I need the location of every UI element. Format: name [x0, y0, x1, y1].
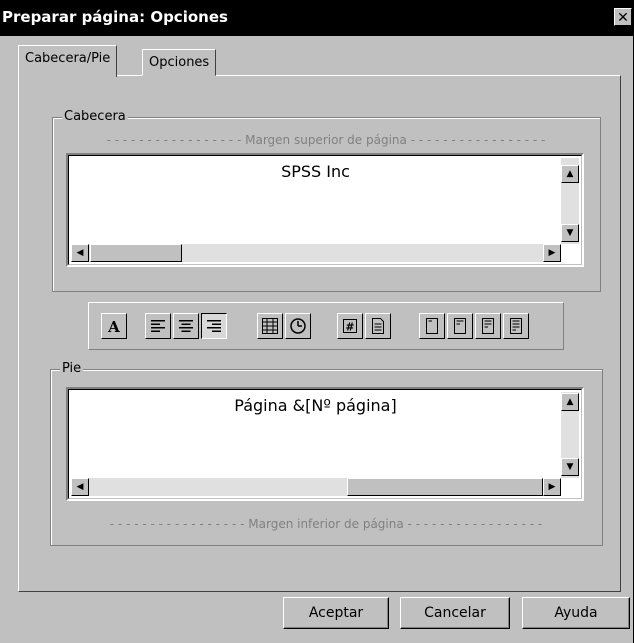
- footer-text: Página &[Nº página]: [234, 396, 397, 415]
- scroll-right-icon[interactable]: ▶: [543, 244, 561, 262]
- ok-button[interactable]: Aceptar: [283, 597, 389, 629]
- header-style-2-icon[interactable]: [447, 313, 473, 339]
- header-text: SPSS Inc: [281, 162, 350, 181]
- svg-text:#: #: [345, 321, 354, 334]
- page-icon[interactable]: [365, 313, 391, 339]
- date-icon[interactable]: [257, 313, 283, 339]
- align-left-icon[interactable]: [145, 313, 171, 339]
- align-center-icon[interactable]: [173, 313, 199, 339]
- clock-icon[interactable]: [285, 313, 311, 339]
- bottom-margin-line: - - - - - - - - - - - - - - - - - Margen…: [66, 517, 586, 531]
- scroll-right-icon[interactable]: ▶: [543, 478, 561, 496]
- footer-group-label: Pie: [60, 361, 84, 376]
- scroll-down-icon[interactable]: ▼: [561, 458, 579, 476]
- top-margin-line: - - - - - - - - - - - - - - - - - Margen…: [66, 133, 586, 147]
- cancel-button[interactable]: Cancelar: [400, 597, 510, 629]
- help-button[interactable]: Ayuda: [522, 597, 630, 629]
- top-margin-dashes-right: - - - - - - - - - - - - - - - - -: [410, 133, 546, 147]
- svg-text:A: A: [107, 318, 120, 334]
- header-textbox[interactable]: SPSS Inc ▲ ▼ ◀ ▶: [66, 153, 584, 267]
- format-toolbar: A #: [88, 302, 564, 350]
- footer-horizontal-scrollbar[interactable]: ◀ ▶: [71, 478, 561, 496]
- horizontal-scroll-thumb[interactable]: [347, 478, 543, 496]
- header-group-label: Cabecera: [62, 109, 128, 124]
- top-margin-label: Margen superior de página: [245, 133, 407, 147]
- footer-textbox[interactable]: Página &[Nº página] ▲ ▼ ◀ ▶: [66, 387, 584, 501]
- close-button[interactable]: ✕: [614, 8, 632, 26]
- font-icon[interactable]: A: [101, 313, 127, 339]
- title-bar: Preparar página: Opciones ✕: [0, 0, 634, 36]
- tab-options[interactable]: Opciones: [142, 49, 217, 76]
- scroll-up-icon[interactable]: ▲: [561, 165, 579, 183]
- header-horizontal-scrollbar[interactable]: ◀ ▶: [71, 244, 561, 262]
- header-style-3-icon[interactable]: [475, 313, 501, 339]
- top-margin-dashes-left: - - - - - - - - - - - - - - - - -: [106, 133, 242, 147]
- page-number-icon[interactable]: #: [337, 313, 363, 339]
- scroll-left-icon[interactable]: ◀: [71, 478, 89, 496]
- header-vertical-scrollbar[interactable]: ▲ ▼: [561, 158, 579, 244]
- horizontal-scroll-thumb[interactable]: [90, 244, 182, 262]
- header-style-1-icon[interactable]: [419, 313, 445, 339]
- header-style-4-icon[interactable]: [503, 313, 529, 339]
- scroll-left-icon[interactable]: ◀: [71, 244, 89, 262]
- bottom-margin-dashes-right: - - - - - - - - - - - - - - - - -: [407, 517, 543, 531]
- scroll-down-icon[interactable]: ▼: [561, 224, 579, 242]
- tab-header-footer[interactable]: Cabecera/Pie: [18, 45, 118, 77]
- footer-vertical-scrollbar[interactable]: ▲ ▼: [561, 392, 579, 478]
- align-right-icon[interactable]: [201, 313, 227, 339]
- bottom-margin-label: Margen inferior de página: [248, 517, 404, 531]
- window-title: Preparar página: Opciones: [2, 8, 228, 26]
- scroll-up-icon[interactable]: ▲: [561, 393, 579, 411]
- page-setup-dialog: Preparar página: Opciones ✕ Cabecera/Pie…: [0, 0, 634, 643]
- bottom-margin-dashes-left: - - - - - - - - - - - - - - - - -: [109, 517, 245, 531]
